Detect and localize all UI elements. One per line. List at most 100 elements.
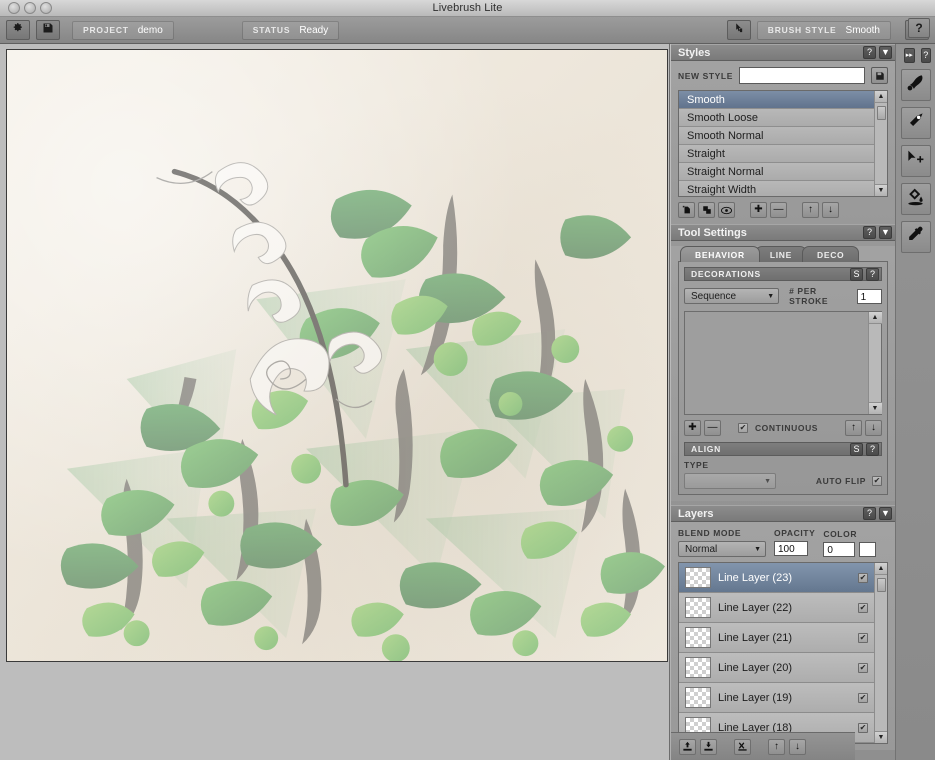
style-move-down-button[interactable]: ↓ xyxy=(822,202,839,218)
new-style-input[interactable] xyxy=(739,67,865,84)
save-button[interactable] xyxy=(36,20,60,40)
layer-visibility-checkbox[interactable]: ✔ xyxy=(858,632,868,643)
eyedropper-icon xyxy=(906,225,925,249)
continuous-checkbox[interactable]: ✔ xyxy=(737,423,748,433)
align-help-button[interactable]: ? xyxy=(866,442,879,456)
layers-list[interactable]: Line Layer (23) ✔ Line Layer (22) ✔ Line… xyxy=(678,562,888,744)
styles-collapse-button[interactable]: ▼ xyxy=(879,46,892,59)
styles-scrollbar[interactable]: ▲ ▼ xyxy=(874,91,887,196)
add-style-button[interactable]: ✚ xyxy=(750,202,767,218)
duplicate-style-button[interactable] xyxy=(698,202,715,218)
layer-row[interactable]: Line Layer (23) ✔ xyxy=(679,563,874,593)
align-type-label: TYPE xyxy=(684,460,709,470)
opacity-input[interactable]: 100 xyxy=(774,541,808,556)
layer-visibility-checkbox[interactable]: ✔ xyxy=(858,572,868,583)
remove-decoration-button[interactable]: — xyxy=(704,420,721,436)
scroll-thumb[interactable] xyxy=(876,106,886,120)
style-item[interactable]: Straight xyxy=(679,145,874,163)
styles-help-button[interactable]: ? xyxy=(863,46,876,59)
scroll-up-icon[interactable]: ▲ xyxy=(874,563,887,575)
settings-button[interactable] xyxy=(6,20,30,40)
delete-layer-button[interactable] xyxy=(734,738,751,755)
color-label: COLOR xyxy=(823,529,858,539)
duplicate-layer-button[interactable] xyxy=(700,738,717,755)
layer-visibility-checkbox[interactable]: ✔ xyxy=(858,722,868,733)
layer-row[interactable]: Line Layer (21) ✔ xyxy=(679,623,874,653)
auto-flip-checkbox[interactable]: ✔ xyxy=(872,476,882,486)
tab-deco[interactable]: DECO xyxy=(802,246,860,262)
chevron-down-icon: ▼ xyxy=(764,477,771,485)
decoration-down-button[interactable]: ↓ xyxy=(865,420,883,436)
layer-row[interactable]: Line Layer (22) ✔ xyxy=(679,593,874,623)
blend-mode-select[interactable]: Normal ▼ xyxy=(678,541,766,557)
canvas-stage[interactable] xyxy=(0,44,670,760)
decorations-header: DECORATIONS S ? xyxy=(684,267,882,281)
layer-visibility-checkbox[interactable]: ✔ xyxy=(858,692,868,703)
tab-line[interactable]: LINE xyxy=(754,246,808,262)
style-item[interactable]: Smooth Normal xyxy=(679,127,874,145)
remove-style-button[interactable]: — xyxy=(770,202,787,218)
scroll-thumb[interactable] xyxy=(876,578,886,592)
layer-move-down-button[interactable]: ↓ xyxy=(789,738,806,755)
rail-help-button[interactable]: ? xyxy=(920,48,931,63)
style-move-up-button[interactable]: ↑ xyxy=(802,202,819,218)
add-layer-button[interactable] xyxy=(679,738,696,755)
scroll-up-icon[interactable]: ▲ xyxy=(874,91,887,103)
scroll-down-icon[interactable]: ▼ xyxy=(874,731,887,743)
tool-rail: ▸▸ ? ? xyxy=(895,18,935,760)
decorations-toolbar: ✚ — ✔ CONTINUOUS ↑ ↓ xyxy=(684,420,883,436)
new-style-icon-button[interactable] xyxy=(678,202,695,218)
window-titlebar: Livebrush Lite xyxy=(0,0,935,17)
project-field[interactable]: PROJECT demo xyxy=(72,20,174,40)
layer-move-up-button[interactable]: ↑ xyxy=(768,738,785,755)
style-item[interactable]: Straight Width xyxy=(679,181,874,196)
layer-name: Line Layer (22) xyxy=(718,601,792,614)
preview-style-button[interactable] xyxy=(718,202,735,218)
layers-scrollbar[interactable]: ▲ ▼ xyxy=(874,563,887,743)
style-item[interactable]: Straight Normal xyxy=(679,163,874,181)
decorations-empty-area[interactable] xyxy=(685,312,868,414)
scroll-down-icon[interactable]: ▼ xyxy=(868,402,882,414)
decorations-help-button[interactable]: ? xyxy=(866,267,879,281)
brush-tool-button[interactable] xyxy=(900,69,931,101)
align-header: ALIGN S ? xyxy=(684,442,882,456)
status-value: Ready xyxy=(299,24,329,36)
pen-tool-button[interactable] xyxy=(900,107,931,139)
fill-tool-button[interactable] xyxy=(900,183,931,215)
layers-collapse-button[interactable]: ▼ xyxy=(879,507,892,520)
color-input[interactable]: 0 xyxy=(823,542,856,557)
per-stroke-input[interactable]: 1 xyxy=(856,288,882,304)
align-reset-button[interactable]: S xyxy=(850,442,863,456)
decoration-up-button[interactable]: ↑ xyxy=(845,420,863,436)
right-dock: Styles ? ▼ NEW STYLE Smooth Smooth Loose xyxy=(671,18,935,760)
artboard[interactable] xyxy=(6,49,668,662)
style-item[interactable]: Smooth xyxy=(679,91,874,109)
decorations-scrollbar[interactable]: ▲ ▼ xyxy=(868,312,882,414)
layers-help-button[interactable]: ? xyxy=(863,507,876,520)
decorations-reset-button[interactable]: S xyxy=(850,267,863,281)
decorations-list[interactable]: ▲ ▼ xyxy=(684,311,882,415)
align-type-select[interactable]: ▼ xyxy=(684,473,776,489)
add-decoration-button[interactable]: ✚ xyxy=(684,420,701,436)
rail-help-top[interactable]: ? xyxy=(908,18,930,38)
style-item[interactable]: Smooth Loose xyxy=(679,109,874,127)
layer-row[interactable]: Line Layer (19) ✔ xyxy=(679,683,874,713)
rail-expand-button[interactable]: ▸▸ xyxy=(904,48,915,63)
scroll-up-icon[interactable]: ▲ xyxy=(868,312,882,324)
brush-toggle-button[interactable] xyxy=(726,20,751,40)
color-swatch[interactable] xyxy=(859,542,877,557)
move-tool-button[interactable] xyxy=(900,145,931,177)
new-style-label: NEW STYLE xyxy=(678,70,733,81)
save-style-button[interactable] xyxy=(871,67,888,84)
layer-visibility-checkbox[interactable]: ✔ xyxy=(858,602,868,613)
decoration-mode-select[interactable]: Sequence ▼ xyxy=(684,288,780,304)
styles-list[interactable]: Smooth Smooth Loose Smooth Normal Straig… xyxy=(678,90,888,197)
eyedropper-tool-button[interactable] xyxy=(900,221,931,253)
tool-settings-help-button[interactable]: ? xyxy=(863,226,876,239)
layer-row[interactable]: Line Layer (20) ✔ xyxy=(679,653,874,683)
tool-settings-collapse-button[interactable]: ▼ xyxy=(879,226,892,239)
brush-style-field[interactable]: BRUSH STYLE Smooth xyxy=(756,20,891,40)
scroll-down-icon[interactable]: ▼ xyxy=(874,184,887,196)
layer-visibility-checkbox[interactable]: ✔ xyxy=(858,662,868,673)
tab-behavior[interactable]: BEHAVIOR xyxy=(680,246,760,262)
